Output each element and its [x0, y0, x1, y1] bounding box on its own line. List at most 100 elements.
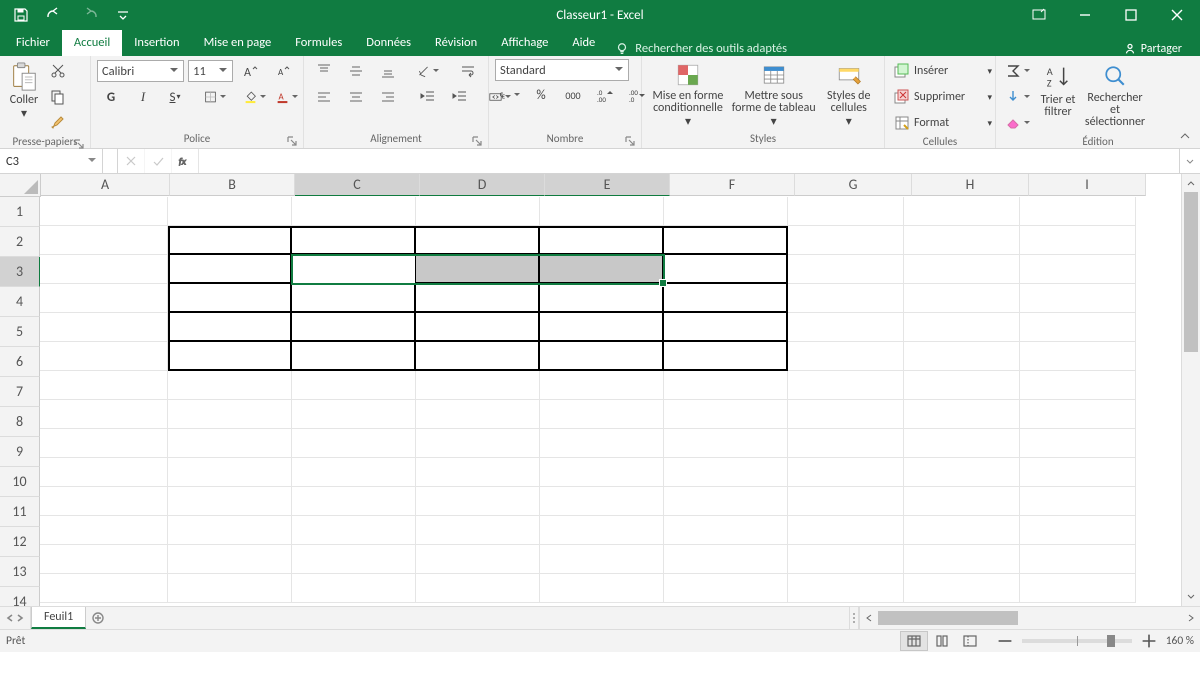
row-header-5[interactable]: 5 [0, 317, 40, 347]
cell-F1[interactable] [664, 197, 788, 226]
align-right-button[interactable] [374, 85, 402, 109]
column-header-B[interactable]: B [170, 174, 295, 196]
increase-font-button[interactable]: A [237, 59, 265, 83]
cell-F5[interactable] [664, 313, 788, 342]
format-as-table-button[interactable]: Mettre sous forme de tableau▾ [728, 59, 820, 129]
cell-I11[interactable] [1020, 487, 1136, 516]
autosum-button[interactable] [1002, 59, 1033, 83]
wrap-text-button[interactable] [454, 59, 482, 83]
cell-D3[interactable] [416, 255, 540, 284]
name-box[interactable]: C3 [0, 149, 103, 173]
row-header-4[interactable]: 4 [0, 287, 40, 317]
cell-D7[interactable] [416, 371, 540, 400]
clear-button[interactable] [1002, 111, 1033, 135]
tab-insertion[interactable]: Insertion [122, 30, 191, 56]
cell-B14[interactable] [168, 574, 292, 603]
cell-A7[interactable] [40, 371, 168, 400]
cell-F14[interactable] [664, 574, 788, 603]
scroll-up-button[interactable] [1182, 174, 1200, 192]
decrease-decimal-button[interactable]: .00.0 [623, 83, 651, 107]
cell-G10[interactable] [788, 458, 904, 487]
cell-I1[interactable] [1020, 197, 1136, 226]
cell-A1[interactable] [40, 197, 168, 226]
align-center-button[interactable] [342, 85, 370, 109]
underline-button[interactable]: S▾ [161, 85, 189, 109]
maximize-button[interactable] [1108, 0, 1154, 30]
cell-E11[interactable] [540, 487, 664, 516]
cell-E2[interactable] [540, 226, 664, 255]
font-size-combo[interactable]: 11 [188, 60, 233, 82]
cell-G9[interactable] [788, 429, 904, 458]
font-name-combo[interactable]: Calibri [97, 60, 184, 82]
cell-E3[interactable] [540, 255, 664, 284]
cell-B12[interactable] [168, 516, 292, 545]
cell-styles-button[interactable]: Styles de cellules▾ [819, 59, 878, 129]
align-left-button[interactable] [310, 85, 338, 109]
cell-B2[interactable] [168, 226, 292, 255]
cell-C6[interactable] [292, 342, 416, 371]
cell-F13[interactable] [664, 545, 788, 574]
expand-formula-bar-button[interactable] [1179, 149, 1200, 173]
sheet-nav-buttons[interactable] [0, 607, 31, 629]
font-color-button[interactable]: A [273, 85, 301, 109]
cell-H9[interactable] [904, 429, 1020, 458]
paste-button[interactable]: Coller ▾ [6, 59, 42, 129]
cell-H4[interactable] [904, 284, 1020, 313]
cell-D9[interactable] [416, 429, 540, 458]
clipboard-dialog-launcher[interactable] [74, 139, 84, 149]
cell-I6[interactable] [1020, 342, 1136, 371]
cell-F6[interactable] [664, 342, 788, 371]
cell-F10[interactable] [664, 458, 788, 487]
row-header-6[interactable]: 6 [0, 347, 40, 377]
row-header-13[interactable]: 13 [0, 557, 40, 587]
view-page-break-button[interactable] [956, 631, 984, 651]
increase-decimal-button[interactable]: .0.00 [591, 83, 619, 107]
row-header-7[interactable]: 7 [0, 377, 40, 407]
zoom-slider[interactable] [1022, 639, 1132, 643]
cell-H5[interactable] [904, 313, 1020, 342]
cell-E7[interactable] [540, 371, 664, 400]
column-header-A[interactable]: A [41, 174, 170, 196]
cell-G4[interactable] [788, 284, 904, 313]
vertical-scrollbar[interactable] [1181, 174, 1200, 606]
insert-cells-button[interactable]: Insérer▾ [891, 59, 995, 83]
cell-C1[interactable] [292, 197, 416, 226]
zoom-out-button[interactable] [994, 633, 1016, 649]
row-header-9[interactable]: 9 [0, 437, 40, 467]
cell-A5[interactable] [40, 313, 168, 342]
view-normal-button[interactable] [900, 631, 928, 651]
cell-D12[interactable] [416, 516, 540, 545]
cell-D6[interactable] [416, 342, 540, 371]
row-header-12[interactable]: 12 [0, 527, 40, 557]
cells-area[interactable] [40, 197, 1181, 606]
cell-C14[interactable] [292, 574, 416, 603]
zoom-slider-knob[interactable] [1107, 635, 1115, 647]
horizontal-scroll-thumb[interactable] [878, 611, 1018, 625]
cell-A9[interactable] [40, 429, 168, 458]
column-header-I[interactable]: I [1029, 174, 1146, 196]
ribbon-display-options-button[interactable] [1016, 0, 1062, 30]
scroll-right-button[interactable] [1182, 607, 1200, 629]
cell-H1[interactable] [904, 197, 1020, 226]
column-header-F[interactable]: F [670, 174, 795, 196]
accounting-format-button[interactable]: ₠ [495, 83, 523, 107]
tab-donnees[interactable]: Données [354, 30, 423, 56]
collapse-ribbon-button[interactable] [1176, 127, 1194, 145]
cut-button[interactable] [44, 59, 72, 83]
find-select-button[interactable]: Rechercher et sélectionner [1079, 59, 1151, 129]
align-bottom-button[interactable] [374, 59, 402, 83]
borders-button[interactable] [201, 85, 229, 109]
row-header-10[interactable]: 10 [0, 467, 40, 497]
cell-G12[interactable] [788, 516, 904, 545]
cell-C5[interactable] [292, 313, 416, 342]
cell-A11[interactable] [40, 487, 168, 516]
italic-button[interactable]: I [129, 85, 157, 109]
cell-H12[interactable] [904, 516, 1020, 545]
insert-function-button[interactable]: fx [172, 149, 199, 173]
cell-A6[interactable] [40, 342, 168, 371]
cell-A14[interactable] [40, 574, 168, 603]
cell-I7[interactable] [1020, 371, 1136, 400]
orientation-button[interactable] [414, 59, 442, 83]
cell-F9[interactable] [664, 429, 788, 458]
view-page-layout-button[interactable] [928, 631, 956, 651]
